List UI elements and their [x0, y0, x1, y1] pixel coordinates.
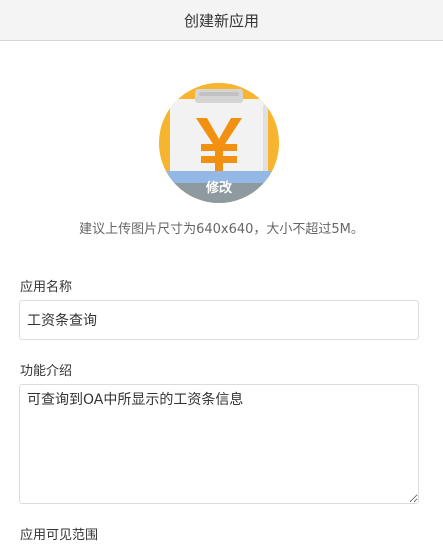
description-textarea[interactable]: 可查询到OA中所显示的工资条信息	[19, 384, 419, 504]
app-name-label: 应用名称	[20, 280, 73, 295]
page-header: 创建新应用	[0, 0, 443, 41]
edit-icon-label[interactable]: 修改	[159, 171, 279, 203]
upload-hint: 建议上传图片尺寸为640x640，大小不超过5M。	[79, 222, 364, 237]
visibility-scope-label: 应用可见范围	[20, 528, 99, 543]
app-icon-upload[interactable]: 修改	[159, 83, 279, 203]
page-title: 创建新应用	[183, 11, 259, 30]
description-label: 功能介绍	[20, 364, 73, 379]
app-name-input[interactable]	[19, 300, 419, 340]
